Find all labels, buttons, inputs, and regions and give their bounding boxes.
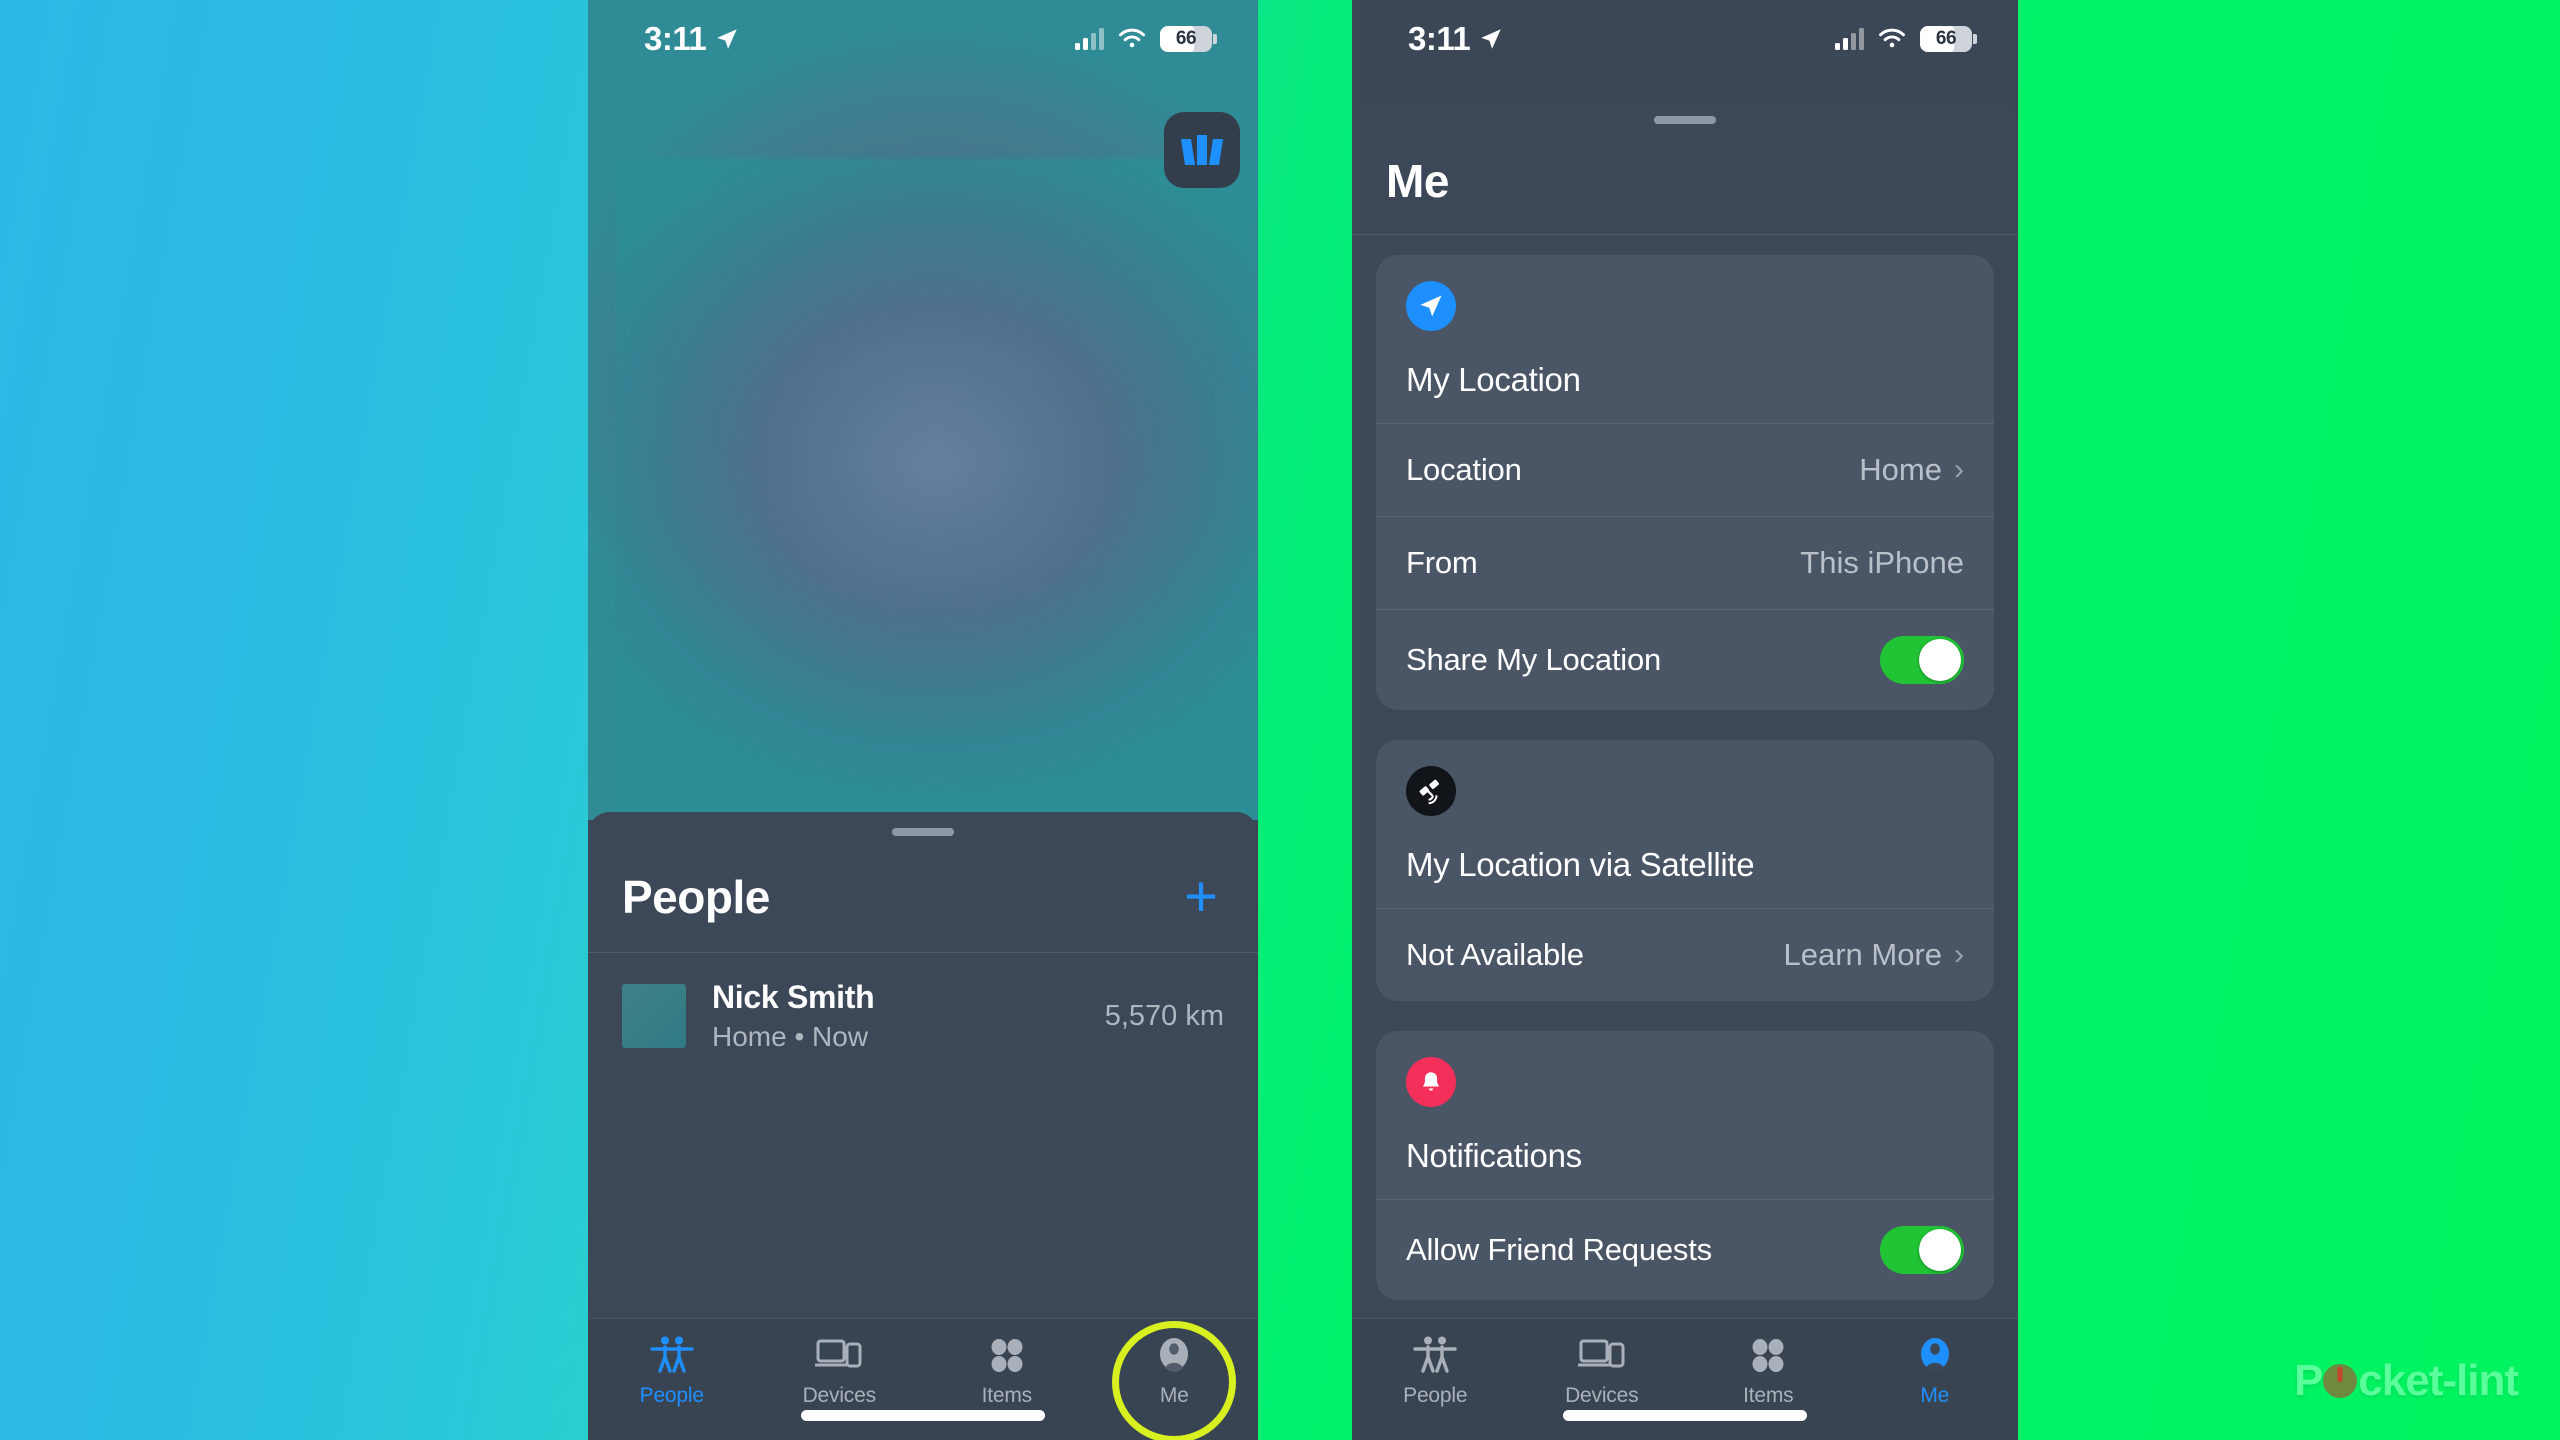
tab-label: Me	[1159, 1384, 1189, 1407]
battery-indicator: 66	[1160, 26, 1217, 52]
settings-cards: My Location Location Home › From This iP…	[1352, 235, 2018, 1364]
bell-icon	[1406, 1057, 1456, 1107]
person-distance: 5,570 km	[1104, 999, 1224, 1032]
row-from[interactable]: From This iPhone	[1376, 517, 1994, 609]
devices-icon	[815, 1339, 862, 1368]
map-blurred-region	[616, 158, 1256, 818]
tab-devices[interactable]: Devices	[756, 1335, 924, 1408]
tab-items[interactable]: Items	[1685, 1335, 1852, 1408]
allow-friend-requests-toggle[interactable]	[1880, 1226, 1964, 1274]
sheet-grabber[interactable]	[1654, 116, 1716, 124]
card-my-location: My Location Location Home › From This iP…	[1376, 255, 1994, 710]
left-phone-screenshot: 3:11 66 People + Nick Smith Home • Now 5…	[588, 0, 1258, 1440]
card-header: My Location	[1376, 255, 1994, 423]
status-bar: 3:11 66	[1352, 0, 2018, 78]
row-allow-friend-requests[interactable]: Allow Friend Requests	[1376, 1200, 1994, 1300]
row-value: This iPhone	[1800, 545, 1964, 580]
satellite-icon	[1406, 766, 1456, 816]
list-item[interactable]: Nick Smith Home • Now 5,570 km	[588, 953, 1258, 1079]
tab-devices[interactable]: Devices	[1519, 1335, 1686, 1408]
people-icon	[1413, 1336, 1457, 1373]
share-my-location-toggle[interactable]	[1880, 636, 1964, 684]
row-value: Home	[1859, 452, 1942, 487]
card-title: My Location	[1406, 361, 1581, 398]
card-header: Notifications	[1376, 1031, 1994, 1199]
row-share-my-location[interactable]: Share My Location	[1376, 610, 1994, 710]
tab-label: Items	[1743, 1384, 1794, 1407]
status-bar: 3:11 66	[588, 0, 1258, 78]
row-label: Not Available	[1406, 937, 1584, 972]
tab-people[interactable]: People	[1352, 1335, 1519, 1408]
watermark-text-before: P	[2293, 1356, 2323, 1405]
location-arrow-icon	[1406, 281, 1456, 331]
items-icon	[1752, 1339, 1784, 1372]
row-location[interactable]: Location Home ›	[1376, 424, 1994, 516]
person-circle-icon	[1920, 1338, 1949, 1372]
person-name: Nick Smith	[712, 979, 875, 1015]
map-view[interactable]	[588, 0, 1258, 820]
pocket-lint-watermark: Pcket-lint	[2293, 1356, 2519, 1406]
home-indicator[interactable]	[1563, 1410, 1807, 1421]
location-arrow-icon	[1481, 29, 1501, 49]
location-arrow-icon	[717, 29, 737, 49]
add-person-button[interactable]: +	[1184, 867, 1224, 924]
tab-bar: People Devices Items Me	[588, 1318, 1258, 1440]
tab-label: Me	[1920, 1384, 1950, 1407]
watermark-text-after: cket-lint	[2358, 1356, 2519, 1405]
person-circle-icon	[1160, 1338, 1189, 1372]
right-phone-screenshot: 3:11 66 Me My Location Location Home › F…	[1352, 0, 2018, 1440]
cellular-bars-icon	[1075, 28, 1104, 50]
tab-people[interactable]: People	[588, 1335, 756, 1408]
cellular-bars-icon	[1835, 28, 1864, 50]
wifi-icon	[1119, 28, 1145, 48]
card-header: My Location via Satellite	[1376, 740, 1994, 908]
learn-more-link[interactable]: Learn More	[1783, 937, 1942, 973]
devices-icon	[1577, 1339, 1625, 1368]
battery-percent: 66	[1175, 28, 1197, 49]
power-icon	[2323, 1364, 2358, 1398]
row-label: Share My Location	[1406, 642, 1662, 677]
tab-label: Devices	[1565, 1384, 1639, 1407]
card-my-location-via-satellite: My Location via Satellite Not Available …	[1376, 740, 1994, 1001]
battery-percent: 66	[1935, 28, 1957, 49]
me-sheet: Me My Location Location Home › From This…	[1352, 100, 2018, 1440]
row-satellite-status[interactable]: Not Available Learn More ›	[1376, 909, 1994, 1001]
people-icon	[650, 1336, 694, 1373]
people-sheet-header: People +	[588, 836, 1258, 952]
status-time: 3:11	[1408, 20, 1471, 57]
map-layers-icon	[1180, 135, 1224, 165]
home-indicator[interactable]	[801, 1410, 1045, 1421]
tab-items[interactable]: Items	[923, 1335, 1091, 1408]
person-subtitle: Home • Now	[712, 1021, 869, 1052]
status-time: 3:11	[644, 20, 707, 57]
row-label: Allow Friend Requests	[1406, 1232, 1712, 1267]
avatar	[622, 984, 686, 1048]
row-label: From	[1406, 545, 1478, 580]
tab-bar: People Devices Items Me	[1352, 1318, 2018, 1440]
tab-label: People	[1403, 1384, 1468, 1407]
tab-label: People	[639, 1384, 704, 1407]
page-title: Me	[1386, 155, 1449, 207]
row-label: Location	[1406, 452, 1522, 487]
card-title: Notifications	[1406, 1137, 1582, 1174]
me-sheet-header: Me	[1352, 124, 2018, 234]
chevron-right-icon: ›	[1954, 453, 1964, 486]
items-icon	[991, 1339, 1023, 1372]
wifi-icon	[1879, 28, 1905, 48]
chevron-right-icon: ›	[1954, 938, 1964, 971]
tab-label: Items	[981, 1384, 1033, 1407]
card-title: My Location via Satellite	[1406, 846, 1755, 883]
battery-indicator: 66	[1920, 26, 1977, 52]
page-title: People	[622, 871, 770, 923]
card-notifications: Notifications Allow Friend Requests	[1376, 1031, 1994, 1300]
tab-me[interactable]: Me	[1852, 1335, 2019, 1408]
tab-label: Devices	[802, 1384, 876, 1407]
tab-me[interactable]: Me	[1091, 1321, 1259, 1440]
map-layers-button[interactable]	[1164, 112, 1240, 188]
sheet-grabber[interactable]	[892, 828, 954, 836]
